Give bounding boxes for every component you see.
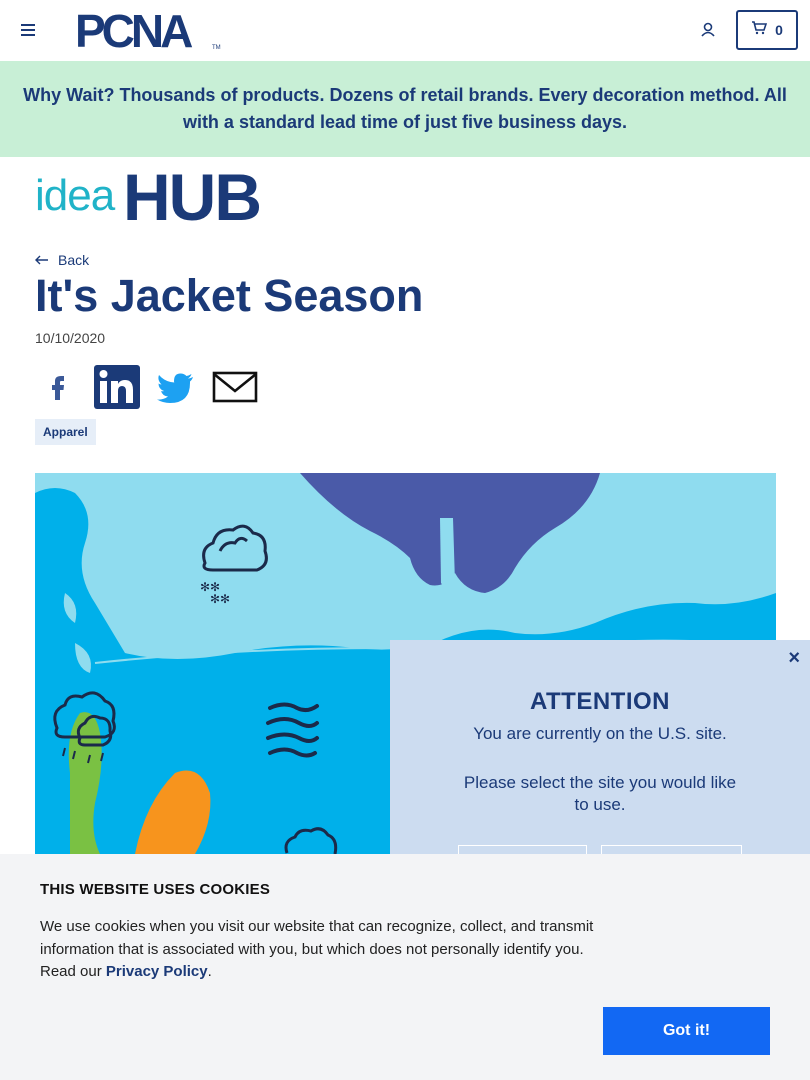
idea-hub-logo[interactable]: idea HUB — [35, 160, 287, 234]
cart-button[interactable]: 0 — [736, 10, 798, 50]
modal-select-site-text: Please select the site you would like to… — [463, 773, 737, 814]
cart-count: 0 — [775, 22, 783, 38]
shopping-cart-icon — [751, 20, 768, 40]
site-header: PCNA TM 0 — [0, 0, 810, 61]
back-label: Back — [58, 252, 90, 268]
cookie-text: We use cookies when you visit our websit… — [40, 916, 600, 984]
page: PCNA TM 0 Why Wait? Thousands of product… — [0, 0, 810, 1080]
site-option-button-2[interactable] — [601, 845, 742, 854]
page-title: It's Jacket Season — [35, 270, 424, 321]
email-icon[interactable] — [212, 364, 258, 410]
post-date: 10/10/2020 — [35, 330, 106, 346]
user-icon[interactable] — [698, 20, 718, 40]
hamburger-menu-icon[interactable] — [18, 20, 38, 40]
arrow-left-icon — [35, 252, 49, 268]
brand-wordmark: PCNA — [75, 10, 192, 52]
privacy-policy-link[interactable]: Privacy Policy — [106, 963, 208, 980]
cookie-title: THIS WEBSITE USES COOKIES — [40, 881, 271, 898]
site-selector-modal: × ATTENTION You are currently on the U.S… — [390, 640, 810, 854]
back-link[interactable]: Back — [35, 252, 89, 268]
linkedin-icon[interactable] — [94, 364, 140, 410]
svg-text:TM: TM — [212, 45, 221, 51]
cookie-banner: THIS WEBSITE USES COOKIES We use cookies… — [0, 854, 810, 1080]
modal-title: ATTENTION — [529, 688, 671, 715]
category-tag[interactable]: Apparel — [35, 419, 96, 445]
promo-banner: Why Wait? Thousands of products. Dozens … — [0, 61, 810, 157]
got-it-button[interactable]: Got it! — [603, 1007, 770, 1055]
site-option-button-1[interactable] — [458, 845, 587, 854]
share-bar — [35, 364, 258, 410]
facebook-icon[interactable] — [35, 364, 81, 410]
pcna-logo[interactable]: PCNA TM — [75, 5, 225, 57]
promo-text: Why Wait? Thousands of products. Dozens … — [23, 85, 787, 132]
idea-hub-logo-hub: HUB — [123, 160, 262, 234]
close-icon[interactable]: × — [788, 648, 800, 668]
cookie-text-end: . — [207, 963, 212, 980]
twitter-icon[interactable] — [153, 364, 199, 410]
modal-current-site-text: You are currently on the U.S. site. — [473, 724, 727, 743]
idea-hub-logo-idea: idea — [35, 171, 115, 220]
svg-text:✻✻: ✻✻ — [210, 592, 230, 606]
